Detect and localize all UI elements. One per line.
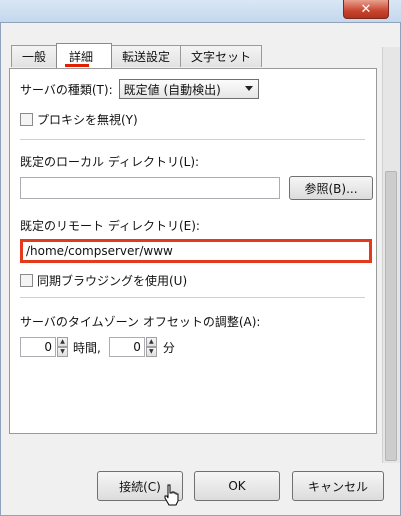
minutes-unit-label: 分 (162, 340, 175, 355)
tab-general[interactable]: 一般 (11, 45, 58, 67)
browse-button[interactable]: 参照(B)... (289, 176, 373, 200)
sync-browse-checkbox[interactable] (20, 274, 33, 287)
timezone-offset-row: 0 ▲ ▼ 時間, 0 ▲ ▼ 分 (20, 337, 175, 357)
minutes-stepper[interactable]: ▲ ▼ (145, 337, 157, 357)
timezone-label-row: サーバのタイムゾーン オフセットの調整(A): (20, 313, 260, 330)
hand-cursor-icon (164, 484, 179, 506)
hours-unit-label: 時間, (73, 340, 101, 355)
tab-charset[interactable]: 文字セット (180, 45, 263, 67)
chevron-down-icon (244, 86, 253, 91)
ok-button[interactable]: OK (194, 471, 280, 501)
stepper-up-icon[interactable]: ▲ (145, 337, 157, 347)
proxy-bypass-checkbox[interactable] (20, 113, 33, 126)
active-tab-underline (65, 64, 90, 67)
remote-dir-input[interactable]: /home/compserver/www (20, 239, 372, 263)
stepper-down-icon[interactable]: ▼ (145, 347, 157, 357)
local-dir-input[interactable] (20, 177, 280, 199)
divider (20, 297, 365, 298)
server-type-row: サーバの種類(T): 既定値 (自動検出) (20, 79, 259, 99)
minutes-input[interactable]: 0 (108, 337, 145, 357)
close-button[interactable]: ✕ (343, 0, 389, 19)
sync-browse-label: 同期ブラウジングを使用(U) (37, 274, 188, 288)
scrollbar[interactable] (382, 47, 400, 463)
local-dir-label: 既定のローカル ディレクトリ(L): (20, 155, 200, 169)
timezone-label: サーバのタイムゾーン オフセットの調整(A): (20, 315, 261, 329)
server-type-select[interactable]: 既定値 (自動検出) (118, 79, 259, 99)
remote-dir-label: 既定のリモート ディレクトリ(E): (20, 219, 200, 233)
remote-dir-label-row: 既定のリモート ディレクトリ(E): (20, 217, 200, 234)
hours-input[interactable]: 0 (20, 337, 56, 357)
server-type-label: サーバの種類(T): (20, 82, 113, 97)
scrollbar-thumb[interactable] (385, 171, 397, 461)
stepper-down-icon[interactable]: ▼ (57, 347, 68, 357)
hours-stepper[interactable]: ▲ ▼ (57, 337, 68, 357)
cancel-button[interactable]: キャンセル (292, 471, 384, 501)
proxy-bypass-label: プロキシを無視(Y) (37, 113, 138, 127)
stepper-up-icon[interactable]: ▲ (57, 337, 68, 347)
close-icon: ✕ (360, 1, 372, 17)
divider (20, 139, 365, 140)
local-dir-label-row: 既定のローカル ディレクトリ(L): (20, 153, 199, 170)
tab-advanced[interactable]: 詳細 (56, 43, 113, 68)
site-settings-dialog: 一般 詳細 転送設定 文字セット サーバの種類(T): 既定値 (自動検出) プ… (0, 22, 401, 516)
proxy-bypass-row[interactable]: プロキシを無視(Y) (20, 111, 138, 128)
tab-transfer-settings[interactable]: 転送設定 (111, 45, 182, 67)
advanced-panel: サーバの種類(T): 既定値 (自動検出) プロキシを無視(Y) 既定のローカル… (9, 68, 377, 434)
tab-bar: 一般 詳細 転送設定 文字セット (11, 43, 263, 68)
sync-browse-row[interactable]: 同期ブラウジングを使用(U) (20, 272, 187, 289)
title-bar: ✕ (0, 0, 401, 23)
